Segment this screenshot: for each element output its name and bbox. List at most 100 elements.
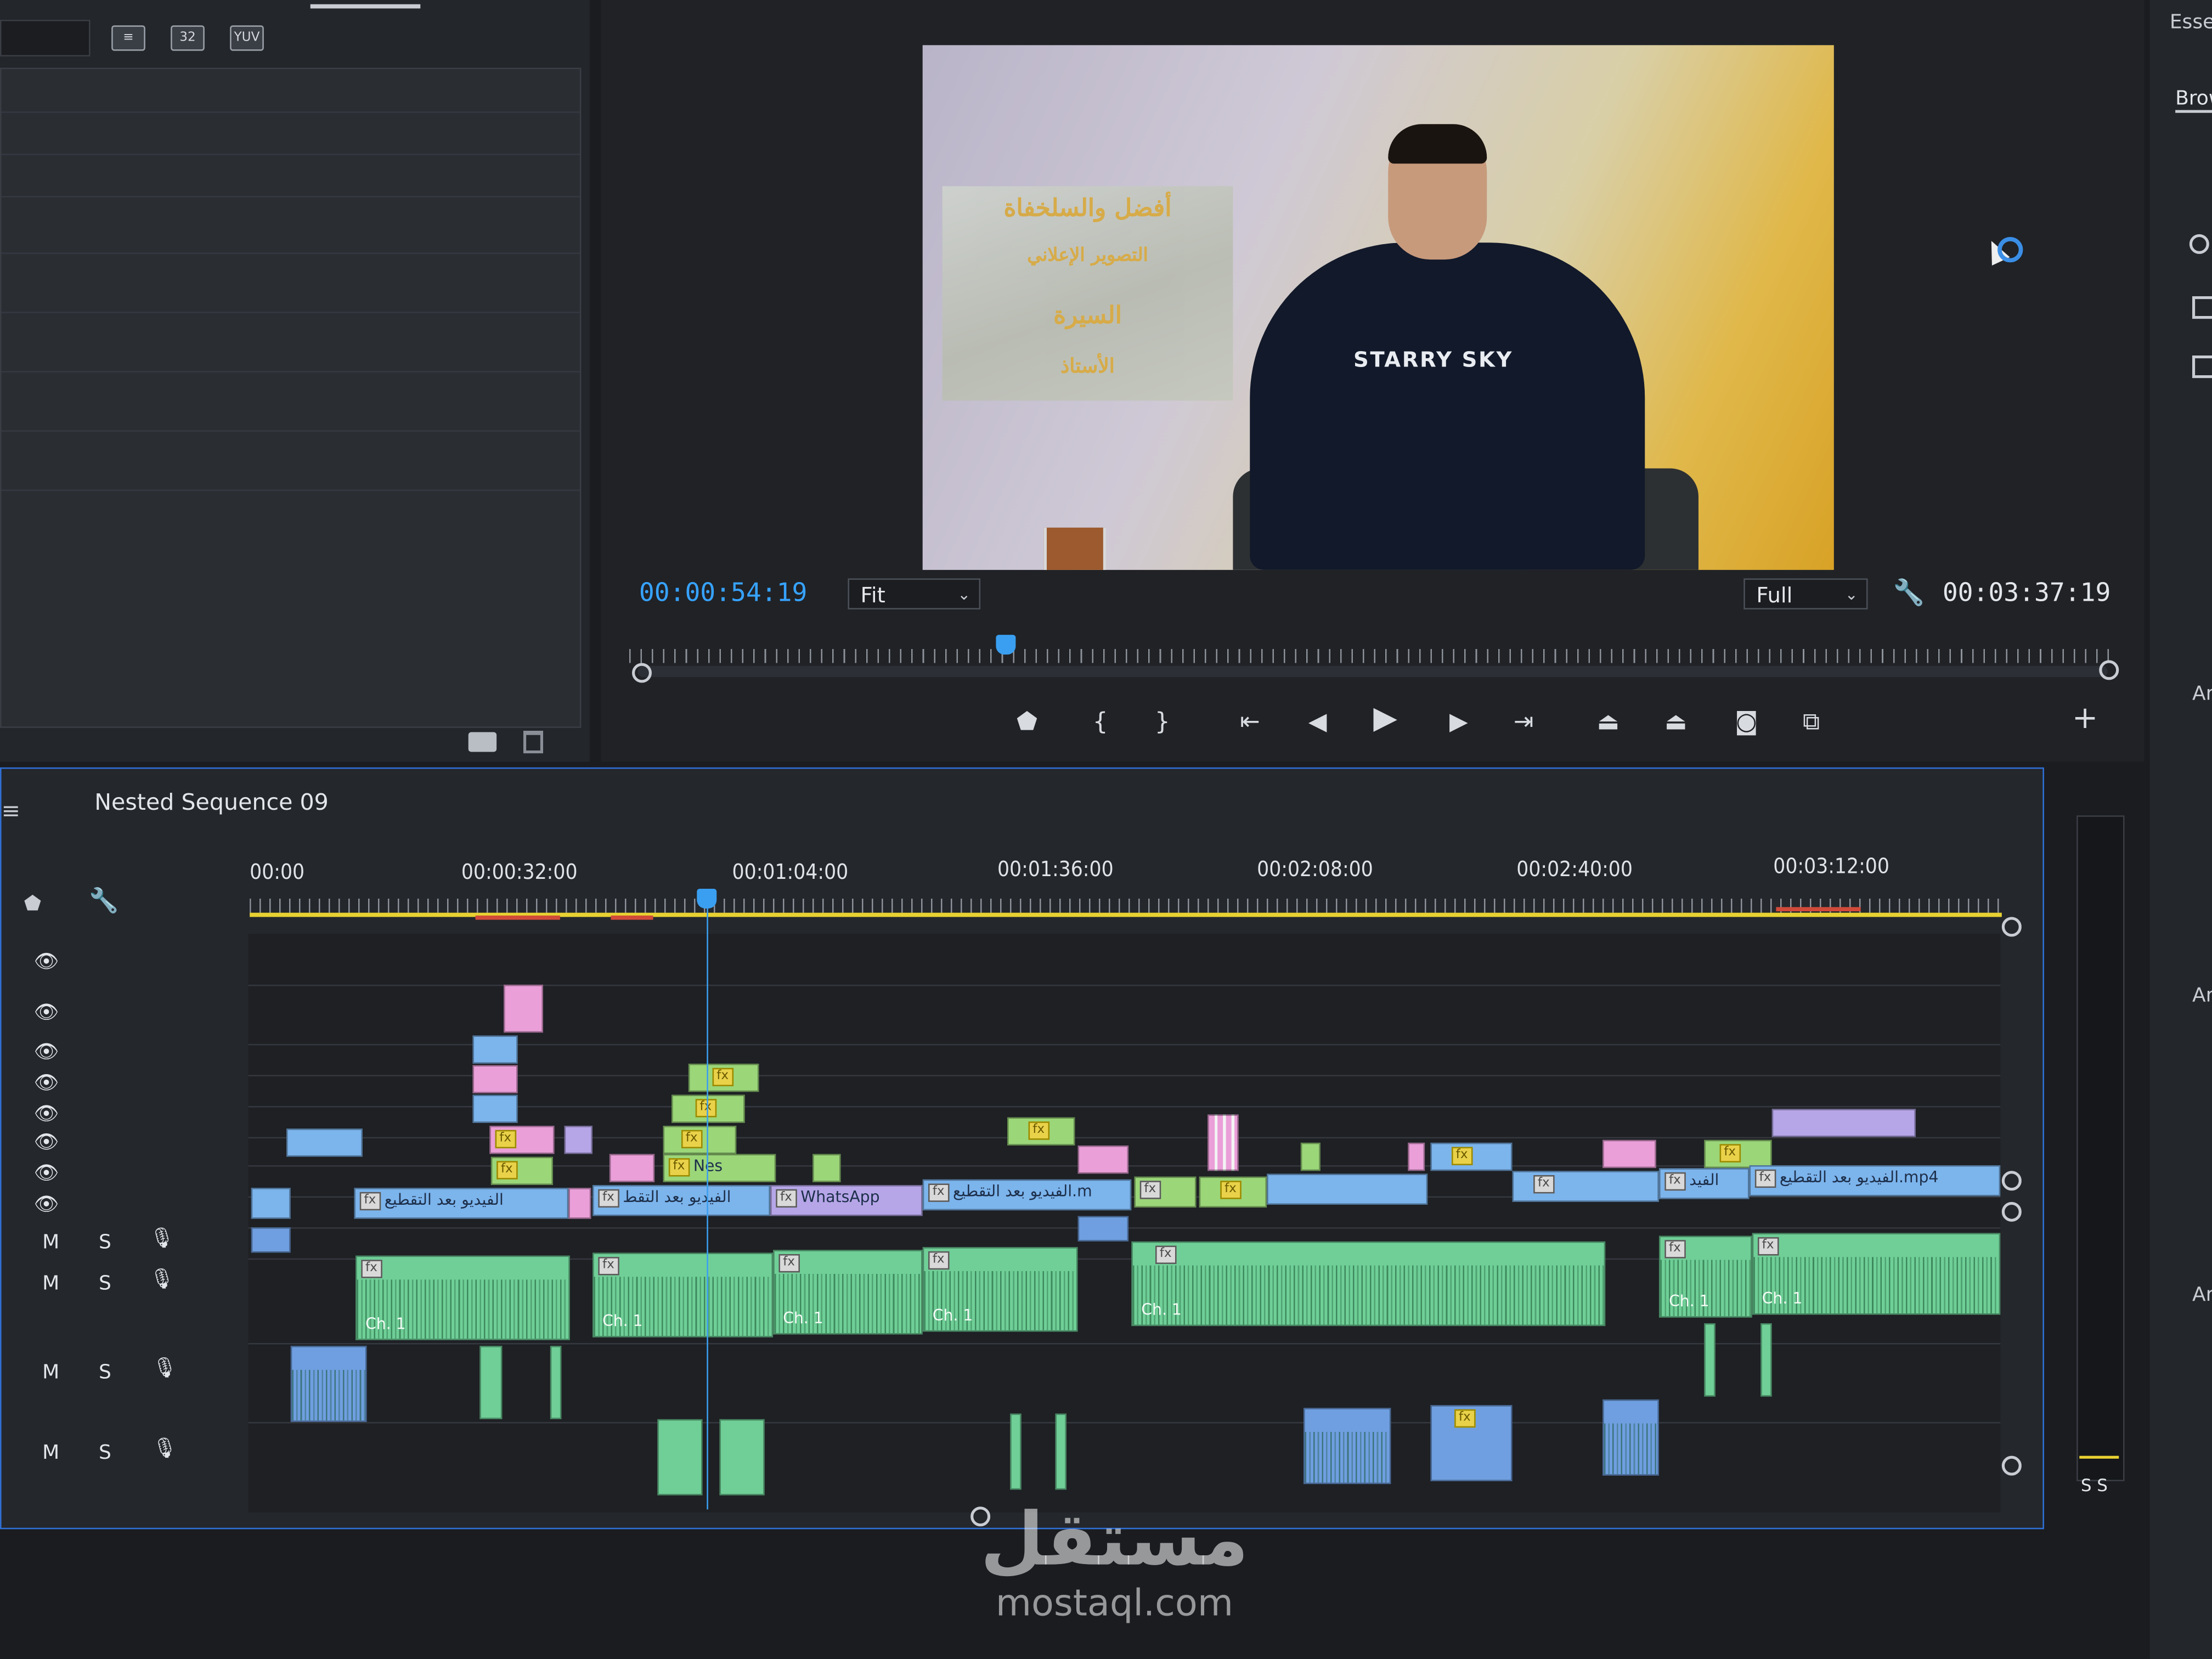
audio-clip[interactable] xyxy=(719,1419,765,1496)
wrench-icon[interactable]: 🔧 xyxy=(89,887,119,915)
mark-out-icon[interactable]: } xyxy=(1143,706,1182,740)
audio-clip[interactable] xyxy=(251,1227,291,1253)
audio-clip[interactable] xyxy=(1303,1408,1391,1485)
audio-clip[interactable]: fx xyxy=(1430,1405,1513,1481)
video-clip[interactable]: fx الفيديو بعد التقط xyxy=(592,1184,770,1216)
scroll-handle-left[interactable] xyxy=(631,663,652,683)
audio-clip[interactable]: fx Ch. 1 xyxy=(1131,1241,1606,1327)
play-icon[interactable]: ▶ xyxy=(1365,702,1405,737)
audio-clip[interactable] xyxy=(1055,1413,1066,1490)
video-clip[interactable] xyxy=(472,1065,518,1093)
video-clip[interactable] xyxy=(1300,1142,1321,1171)
toggle-output-eye-icon[interactable]: 👁 xyxy=(34,951,59,973)
trash-icon[interactable] xyxy=(523,730,543,754)
yuv-icon[interactable]: YUV xyxy=(230,25,264,51)
toggle-output-eye-icon[interactable]: 👁 xyxy=(34,1041,59,1064)
video-clip[interactable]: fx الفيد xyxy=(1658,1168,1750,1199)
program-video-frame[interactable]: أفضل والسلخفاة التصوير الإعلاني السيرة ا… xyxy=(922,45,1834,570)
solo-track-button[interactable]: S xyxy=(99,1232,111,1254)
scroll-handle[interactable] xyxy=(2001,917,2022,937)
audio-clip[interactable] xyxy=(479,1346,503,1419)
video-clip[interactable]: fx xyxy=(663,1125,737,1154)
audio-clip[interactable] xyxy=(290,1346,367,1422)
marker-icon[interactable]: ⬟ xyxy=(1007,706,1047,740)
solo-track-button[interactable]: S xyxy=(99,1272,111,1295)
voice-over-mic-icon[interactable]: 🎙 xyxy=(150,1227,175,1250)
audio-clip[interactable]: fx Ch. 1 xyxy=(1752,1233,2001,1315)
video-clip[interactable] xyxy=(564,1125,592,1154)
export-frame-icon[interactable]: ◙ xyxy=(1726,706,1766,740)
toggle-output-eye-icon[interactable]: 👁 xyxy=(34,1163,59,1185)
voice-over-mic-icon[interactable]: 🎙 xyxy=(153,1437,178,1460)
video-clip[interactable] xyxy=(1077,1145,1129,1174)
audio-clip[interactable] xyxy=(1760,1323,1772,1397)
add-marker-icon[interactable]: ⬟ xyxy=(24,893,41,916)
video-clip[interactable]: fx xyxy=(1512,1171,1659,1202)
video-clip[interactable]: fx xyxy=(1704,1139,1772,1169)
panel-menu-icon[interactable]: ≡ xyxy=(2,797,20,824)
toggle-output-eye-icon[interactable]: 👁 xyxy=(34,1193,59,1216)
video-clip[interactable] xyxy=(1602,1139,1656,1169)
video-clip[interactable]: fx xyxy=(490,1156,553,1185)
audio-clip[interactable]: fx Ch. 1 xyxy=(1658,1235,1752,1318)
video-clip[interactable]: fx xyxy=(688,1063,759,1092)
scroll-handle[interactable] xyxy=(2001,1171,2022,1191)
monitor-playhead[interactable] xyxy=(995,635,1015,655)
audio-clip[interactable] xyxy=(657,1419,703,1496)
sequence-tab[interactable]: Nested Sequence 09 xyxy=(94,788,329,815)
mark-in-icon[interactable]: { xyxy=(1081,706,1120,740)
bit-depth-icon[interactable]: 32 xyxy=(171,25,205,51)
video-clip[interactable] xyxy=(1267,1173,1428,1205)
monitor-time-ruler[interactable] xyxy=(629,637,2113,663)
lift-icon[interactable]: ⏏ xyxy=(1588,706,1628,740)
workspace-tab[interactable]: Esse xyxy=(2170,12,2212,34)
video-clip[interactable] xyxy=(812,1154,841,1182)
video-clip[interactable]: fx xyxy=(1430,1142,1513,1171)
mute-track-button[interactable]: M xyxy=(42,1361,59,1384)
meter-solo-label[interactable]: S S xyxy=(2081,1476,2108,1496)
monitor-scrollbar[interactable] xyxy=(637,665,2108,678)
video-clip[interactable] xyxy=(1207,1114,1239,1171)
video-clip[interactable]: fx xyxy=(1007,1117,1075,1146)
search-icon[interactable] xyxy=(2189,234,2209,254)
project-bin-list[interactable] xyxy=(0,67,582,728)
video-clip[interactable] xyxy=(1771,1109,1916,1137)
video-clip[interactable] xyxy=(503,984,543,1033)
step-forward-icon[interactable]: ▶ xyxy=(1439,706,1479,740)
audio-clip[interactable]: fx Ch. 1 xyxy=(355,1255,570,1340)
compare-view-icon[interactable]: ⧉ xyxy=(1792,706,1831,740)
wrench-icon[interactable]: 🔧 xyxy=(1893,578,1925,608)
checkbox[interactable] xyxy=(2192,296,2212,319)
go-to-in-icon[interactable]: ⇤ xyxy=(1230,706,1269,740)
current-timecode[interactable]: 00:00:54:19 xyxy=(639,578,808,608)
voice-over-mic-icon[interactable]: 🎙 xyxy=(150,1268,175,1291)
list-view-icon[interactable]: ≡ xyxy=(111,25,145,51)
audio-clip[interactable] xyxy=(1704,1323,1716,1397)
audio-clip[interactable] xyxy=(1010,1413,1022,1490)
timeline-playhead[interactable] xyxy=(697,888,717,909)
audio-clip[interactable]: fx Ch. 1 xyxy=(922,1247,1078,1332)
solo-track-button[interactable]: S xyxy=(99,1361,111,1384)
scroll-handle-right[interactable] xyxy=(2099,660,2119,680)
video-clip[interactable]: fx xyxy=(1199,1176,1267,1208)
scroll-handle[interactable] xyxy=(2001,1455,2022,1476)
audio-clip[interactable] xyxy=(1077,1216,1129,1242)
voice-over-mic-icon[interactable]: 🎙 xyxy=(153,1357,178,1380)
video-clip[interactable] xyxy=(286,1128,363,1157)
zoom-level-dropdown[interactable]: Fit ⌄ xyxy=(848,578,981,610)
toggle-output-eye-icon[interactable]: 👁 xyxy=(34,1072,59,1094)
step-back-icon[interactable]: ◀ xyxy=(1298,706,1338,740)
mute-track-button[interactable]: M xyxy=(42,1442,59,1464)
audio-clip[interactable] xyxy=(1602,1399,1659,1476)
audio-clip[interactable] xyxy=(550,1346,562,1419)
video-clip[interactable] xyxy=(568,1188,591,1219)
mute-track-button[interactable]: M xyxy=(42,1232,59,1254)
extract-icon[interactable]: ⏏ xyxy=(1656,706,1696,740)
toggle-output-eye-icon[interactable]: 👁 xyxy=(34,1002,59,1024)
video-clip[interactable] xyxy=(472,1094,518,1123)
audio-clip[interactable]: fx Ch. 1 xyxy=(592,1252,774,1338)
add-button-icon[interactable]: + xyxy=(2066,702,2105,737)
new-bin-icon[interactable] xyxy=(468,732,497,752)
video-clip[interactable] xyxy=(609,1154,655,1182)
video-clip[interactable]: fx الفيديو بعد التقطيع xyxy=(354,1188,569,1219)
